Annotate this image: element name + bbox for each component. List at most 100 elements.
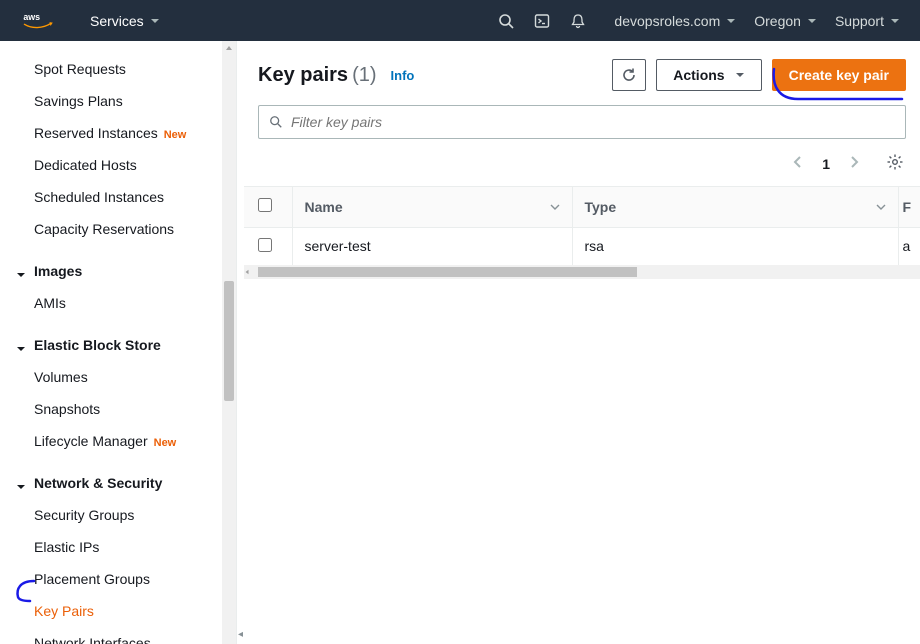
top-navbar: aws Services devopsroles.com Oregon Supp…	[0, 0, 920, 41]
page-count: (1)	[352, 64, 376, 87]
sidebar-item[interactable]: Spot Requests	[0, 53, 236, 85]
sort-icon	[550, 199, 560, 215]
caret-down-icon	[16, 341, 26, 357]
sidebar-group-label: Images	[34, 263, 82, 279]
sidebar-item-label: AMIs	[34, 295, 66, 311]
sidebar-item[interactable]: Key Pairs	[0, 595, 236, 627]
sort-icon	[876, 199, 886, 215]
sidebar-item[interactable]: Network Interfaces	[0, 627, 236, 644]
create-key-pair-button[interactable]: Create key pair	[772, 59, 906, 91]
search-icon[interactable]	[498, 13, 514, 29]
sidebar-item[interactable]: AMIs	[0, 287, 236, 319]
filter-input[interactable]	[291, 114, 895, 130]
aws-logo[interactable]: aws	[20, 11, 60, 31]
horizontal-scrollbar[interactable]	[244, 265, 920, 279]
services-menu[interactable]: Services	[90, 13, 160, 29]
gear-icon	[886, 153, 904, 171]
sidebar-item[interactable]: Capacity Reservations	[0, 213, 236, 245]
cell-name: server-test	[292, 227, 572, 265]
sidebar-item[interactable]: Savings Plans	[0, 85, 236, 117]
caret-down-icon	[807, 16, 817, 26]
sidebar-item-label: Elastic IPs	[34, 539, 99, 555]
account-menu[interactable]: devopsroles.com	[614, 13, 736, 29]
sidebar-item-label: Capacity Reservations	[34, 221, 174, 237]
sidebar-group[interactable]: Network & Security	[0, 467, 236, 499]
sidebar-item-label: Key Pairs	[34, 603, 94, 619]
page-title: Key pairs	[258, 64, 348, 87]
select-all-header[interactable]	[244, 187, 292, 227]
sidebar-group[interactable]: Elastic Block Store	[0, 329, 236, 361]
sidebar-item[interactable]: Snapshots	[0, 393, 236, 425]
sidebar-item[interactable]: Placement Groups	[0, 563, 236, 595]
sidebar-item-label: Security Groups	[34, 507, 134, 523]
new-badge: New	[154, 437, 177, 449]
sidebar-item[interactable]: Lifecycle Manager New	[0, 425, 236, 457]
sidebar-item-label: Spot Requests	[34, 61, 126, 77]
sidebar-item-label: Placement Groups	[34, 571, 150, 587]
settings-button[interactable]	[884, 149, 906, 178]
main-content: Key pairs (1) Info Actions Create key pa…	[244, 41, 920, 644]
sidebar-item[interactable]: Reserved InstancesNew	[0, 117, 236, 149]
services-label: Services	[90, 13, 144, 29]
sidebar-item-label: Scheduled Instances	[34, 189, 164, 205]
sidebar-group[interactable]: Images	[0, 255, 236, 287]
column-header-name[interactable]: Name	[292, 187, 572, 227]
info-link[interactable]: Info	[391, 68, 415, 83]
pager-next[interactable]	[838, 149, 870, 178]
caret-down-icon	[735, 67, 745, 83]
sidebar-item[interactable]: Dedicated Hosts	[0, 149, 236, 181]
account-label: devopsroles.com	[614, 13, 720, 29]
sidebar-item[interactable]: Elastic IPs	[0, 531, 236, 563]
sidebar-item-label: Network Interfaces	[34, 635, 151, 644]
region-label: Oregon	[754, 13, 801, 29]
pager-prev[interactable]	[782, 149, 814, 178]
scroll-thumb[interactable]	[258, 267, 637, 277]
actions-button[interactable]: Actions	[656, 59, 761, 91]
scroll-up-icon[interactable]	[222, 41, 236, 55]
sidebar-item[interactable]: Scheduled Instances	[0, 181, 236, 213]
support-menu[interactable]: Support	[835, 13, 900, 29]
table-row[interactable]: server-testrsaa	[244, 227, 920, 265]
col-type-label: Type	[585, 199, 617, 215]
cell-type: rsa	[572, 227, 898, 265]
sidebar-item[interactable]: Volumes	[0, 361, 236, 393]
caret-down-icon	[16, 479, 26, 495]
sidebar-item-label: Savings Plans	[34, 93, 123, 109]
row-checkbox[interactable]	[258, 238, 272, 252]
chevron-left-icon: ◂	[237, 629, 244, 644]
notifications-icon[interactable]	[570, 13, 586, 29]
sidebar-group-label: Network & Security	[34, 475, 162, 491]
sidebar: Spot Requests Savings Plans Reserved Insta…	[0, 41, 236, 644]
search-icon	[269, 115, 283, 129]
caret-down-icon	[890, 16, 900, 26]
key-pairs-table: Name Type F server-testrsaa	[244, 187, 920, 265]
scroll-thumb[interactable]	[224, 281, 234, 401]
sidebar-item-label: Volumes	[34, 369, 88, 385]
support-label: Support	[835, 13, 884, 29]
row-select-cell[interactable]	[244, 227, 292, 265]
refresh-icon	[621, 67, 637, 83]
column-header-overflow[interactable]: F	[898, 187, 920, 227]
select-all-checkbox[interactable]	[258, 198, 272, 212]
pager-current: 1	[814, 156, 838, 172]
resize-handle[interactable]: ◂	[236, 41, 244, 644]
sidebar-scrollbar[interactable]	[222, 41, 236, 644]
col-name-label: Name	[305, 199, 343, 215]
sidebar-item-label: Dedicated Hosts	[34, 157, 137, 173]
create-label: Create key pair	[789, 67, 889, 83]
refresh-button[interactable]	[612, 59, 646, 91]
column-header-type[interactable]: Type	[572, 187, 898, 227]
svg-text:aws: aws	[23, 11, 40, 21]
sidebar-item-label: Lifecycle Manager	[34, 433, 148, 449]
scroll-left-icon[interactable]	[244, 265, 250, 279]
caret-down-icon	[726, 16, 736, 26]
sidebar-item[interactable]: Security Groups	[0, 499, 236, 531]
sidebar-item-label: Snapshots	[34, 401, 100, 417]
cloudshell-icon[interactable]	[534, 13, 550, 29]
filter-input-wrap[interactable]	[258, 105, 906, 139]
region-menu[interactable]: Oregon	[754, 13, 817, 29]
cell-overflow: a	[898, 227, 920, 265]
caret-down-icon	[16, 267, 26, 283]
actions-label: Actions	[673, 67, 724, 83]
col-overflow-label: F	[903, 199, 912, 215]
